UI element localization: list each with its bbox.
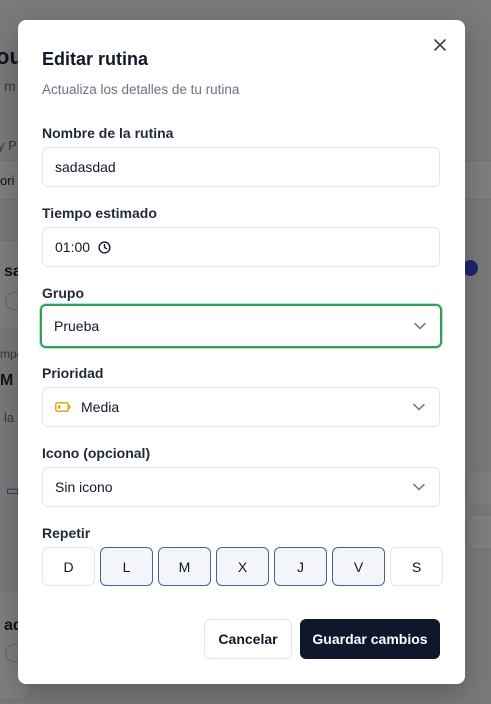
group-value: Prueba — [54, 318, 100, 334]
chevron-down-icon — [413, 403, 425, 411]
priority-value: Media — [81, 399, 120, 415]
repeat-days: D L M X J V S — [42, 547, 443, 586]
save-button[interactable]: Guardar cambios — [300, 619, 440, 659]
priority-select[interactable]: Media — [42, 387, 440, 427]
chevron-down-icon — [414, 322, 426, 330]
close-icon — [434, 39, 446, 51]
name-label: Nombre de la rutina — [42, 125, 174, 141]
day-toggle-m[interactable]: M — [158, 547, 211, 586]
dialog-title: Editar rutina — [42, 49, 149, 69]
group-select[interactable]: Prueba — [40, 304, 442, 348]
icon-select[interactable]: Sin icono — [42, 467, 440, 507]
day-toggle-v[interactable]: V — [332, 547, 385, 586]
day-toggle-j[interactable]: J — [274, 547, 327, 586]
repeat-label: Repetir — [42, 525, 91, 541]
clock-icon[interactable] — [98, 240, 111, 254]
day-toggle-l[interactable]: L — [100, 547, 153, 586]
edit-routine-dialog: Editar rutina Actualiza los detalles de … — [18, 20, 465, 684]
close-button[interactable] — [429, 34, 451, 56]
day-toggle-d[interactable]: D — [42, 547, 95, 586]
battery-icon — [55, 402, 71, 412]
name-field[interactable] — [42, 147, 440, 187]
icon-label: Icono (opcional) — [42, 445, 151, 461]
dialog-subtitle: Actualiza los detalles de tu rutina — [42, 82, 240, 97]
time-value: 01:00 — [55, 239, 91, 255]
time-label: Tiempo estimado — [42, 205, 157, 221]
icon-value: Sin icono — [55, 479, 113, 495]
day-toggle-x[interactable]: X — [216, 547, 269, 586]
name-input[interactable] — [55, 159, 427, 175]
cancel-button[interactable]: Cancelar — [204, 619, 292, 659]
day-toggle-s[interactable]: S — [390, 547, 443, 586]
time-field[interactable]: 01:00 — [42, 227, 440, 267]
priority-label: Prioridad — [42, 365, 104, 381]
chevron-down-icon — [413, 483, 425, 491]
group-label: Grupo — [42, 285, 84, 301]
